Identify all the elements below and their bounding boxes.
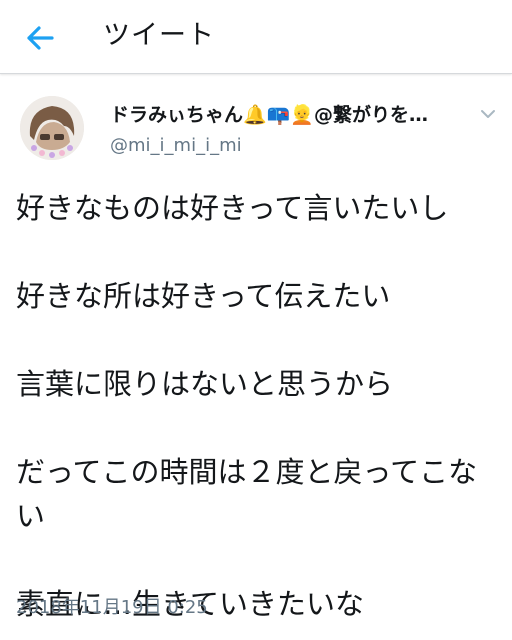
more-options-button[interactable] xyxy=(474,100,502,128)
avatar-image xyxy=(20,96,84,160)
tweet-text: 好きなものは好きって言いたいし 好きな所は好きって伝えたい 言葉に限りはないと思… xyxy=(16,191,478,621)
user-handle[interactable]: @mi_i_mi_i_mi xyxy=(110,132,242,160)
back-button[interactable] xyxy=(18,18,62,58)
tweet-timestamp[interactable]: 2018年11月19日 0:25 xyxy=(16,593,208,623)
avatar[interactable] xyxy=(20,96,84,160)
page-title: ツイート xyxy=(103,20,215,51)
app-header: ツイート xyxy=(0,0,512,74)
chevron-down-icon xyxy=(481,110,495,118)
arrow-left-icon xyxy=(27,26,54,50)
user-display-name[interactable]: ドラみぃちゃん🔔📪👱@繋がりを… xyxy=(110,101,460,129)
